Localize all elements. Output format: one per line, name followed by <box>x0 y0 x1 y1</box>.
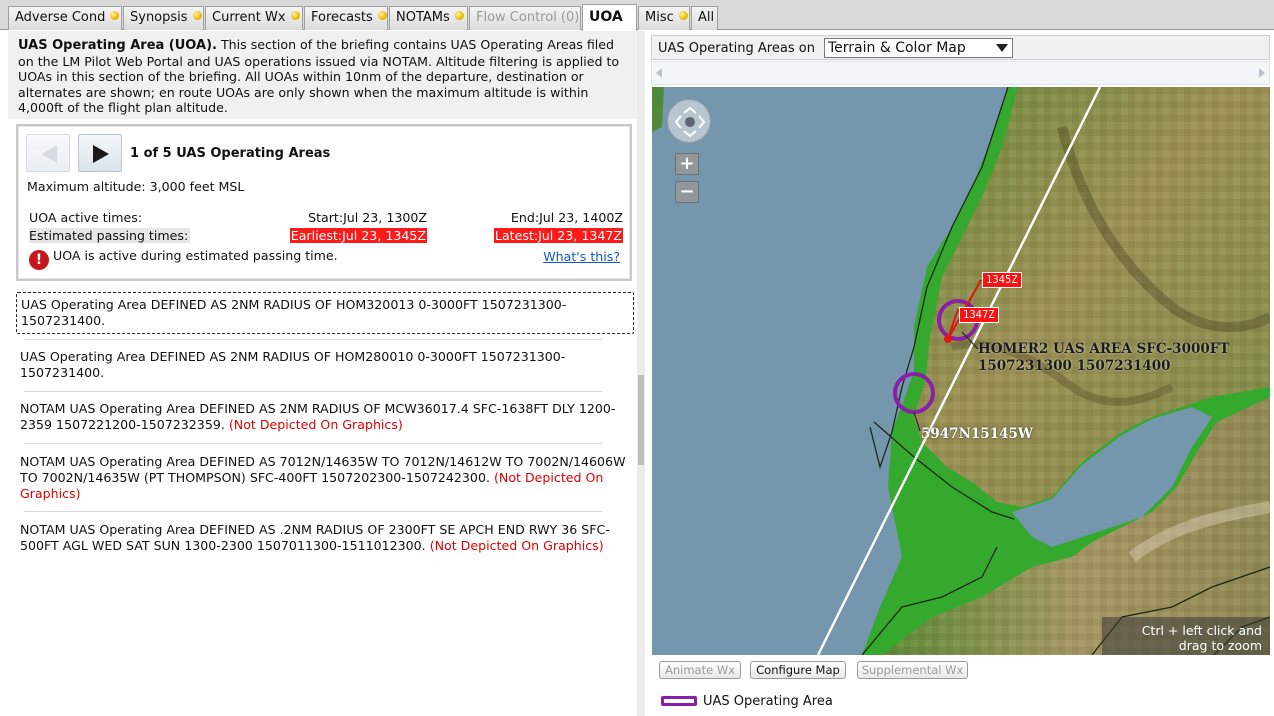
tab-adverse-cond[interactable]: Adverse Cond <box>8 6 122 30</box>
active-start: Start:Jul 23, 1300Z <box>308 210 427 225</box>
time-flag-1347: 1347Z <box>959 307 999 323</box>
tab-label: NOTAMs <box>396 10 450 25</box>
tab-uoa[interactable]: UOA <box>582 4 637 31</box>
tab-bar: Adverse Cond Synopsis Current Wx Forecas… <box>0 0 1274 31</box>
pan-control[interactable] <box>667 99 711 143</box>
position-marker <box>944 335 952 343</box>
zoom-out-button[interactable]: − <box>675 181 699 203</box>
pager-text: 1 of 5 UAS Operating Areas <box>130 146 331 161</box>
tab-forecasts[interactable]: Forecasts <box>304 6 388 30</box>
tab-notams[interactable]: NOTAMs <box>389 6 468 30</box>
status-dot-icon <box>678 11 688 20</box>
list-item[interactable]: NOTAM UAS Operating Area DEFINED AS 7012… <box>16 450 634 506</box>
chevron-down-icon <box>996 44 1008 52</box>
item-text: UAS Operating Area DEFINED AS 2NM RADIUS… <box>20 349 566 380</box>
status-dot-icon <box>290 11 300 20</box>
map-label-homer2: HOMER2 UAS AREA SFC-3000FT 1507231300 15… <box>978 341 1229 375</box>
map-label-line: HOMER2 UAS AREA SFC-3000FT <box>978 341 1230 357</box>
tab-flow-control: Flow Control (0) <box>469 6 581 30</box>
passing-times-row: Estimated passing times: Earliest:Jul 23… <box>29 228 623 244</box>
section-heading: UAS Operating Area (UOA). <box>18 38 217 53</box>
tab-label: Synopsis <box>130 10 188 25</box>
divider <box>24 339 602 340</box>
warning-text: UOA is active during estimated passing t… <box>53 248 338 263</box>
zoom-in-button[interactable]: + <box>675 153 699 175</box>
scroll-left-icon[interactable] <box>656 68 662 78</box>
tab-misc[interactable]: Misc <box>638 6 690 30</box>
alert-icon: ! <box>29 250 49 270</box>
scroll-right-icon[interactable] <box>1259 68 1265 78</box>
status-dot-icon <box>192 11 202 20</box>
whats-this-link[interactable]: What's this? <box>543 249 620 264</box>
status-dot-icon <box>110 11 120 20</box>
map-view[interactable]: 1345Z 1347Z HOMER2 UAS AREA SFC-3000FT 1… <box>652 87 1270 655</box>
tab-label: Forecasts <box>311 10 373 25</box>
supplemental-wx-button[interactable]: Supplemental Wx <box>857 661 968 679</box>
tab-label: All <box>698 10 715 25</box>
scrollbar-thumb[interactable] <box>638 375 644 465</box>
configure-map-button[interactable]: Configure Map <box>750 661 846 679</box>
tab-label: UOA <box>589 9 623 25</box>
tab-synopsis[interactable]: Synopsis <box>123 6 204 30</box>
zoom-hint: Ctrl + left click and drag to zoom <box>1102 617 1270 655</box>
active-times-label: UOA active times: <box>29 210 143 225</box>
map-label-line: 1507231300 1507231400 <box>978 358 1171 374</box>
animate-wx-button[interactable]: Animate Wx <box>659 661 741 679</box>
map-label-point: 5947N15145W <box>921 426 1034 442</box>
map-header-label: UAS Operating Areas on <box>658 41 815 56</box>
list-item[interactable]: UAS Operating Area DEFINED AS 2NM RADIUS… <box>16 292 634 334</box>
select-value: Terrain & Color Map <box>828 40 966 56</box>
tab-label: Misc <box>645 10 674 25</box>
not-depicted-note: (Not Depicted On Graphics) <box>429 538 604 553</box>
tab-label: Flow Control (0) <box>476 10 580 25</box>
divider <box>24 511 602 512</box>
passing-latest: Latest:Jul 23, 1347Z <box>493 228 623 243</box>
passing-earliest: Earliest:Jul 23, 1345Z <box>289 228 427 243</box>
not-depicted-note: (Not Depicted On Graphics) <box>228 417 403 432</box>
status-dot-icon <box>454 11 464 20</box>
uoa-detail-panel: 1 of 5 UAS Operating Areas Maximum altit… <box>16 124 632 281</box>
section-intro: UAS Operating Area (UOA). This section o… <box>8 31 638 119</box>
active-times-row: UOA active times: Start:Jul 23, 1300Z En… <box>29 210 623 226</box>
map-header: UAS Operating Areas on Terrain & Color M… <box>651 35 1270 60</box>
list-item[interactable]: NOTAM UAS Operating Area DEFINED AS 2NM … <box>16 397 634 437</box>
map-layer-select[interactable]: Terrain & Color Map <box>824 38 1013 58</box>
arrow-right-icon <box>93 145 109 163</box>
passing-times-label: Estimated passing times: <box>29 228 191 243</box>
tab-all[interactable]: All <box>691 6 718 30</box>
list-item[interactable]: UAS Operating Area DEFINED AS 2NM RADIUS… <box>16 345 634 385</box>
next-button[interactable] <box>78 134 122 172</box>
map-legend: UAS Operating Area <box>661 694 833 709</box>
vertical-scrollbar[interactable] <box>637 31 645 716</box>
tab-current-wx[interactable]: Current Wx <box>205 6 303 30</box>
pan-arrows-icon <box>674 106 706 138</box>
uoa-swatch-icon <box>661 696 697 706</box>
time-flag-1345: 1345Z <box>982 272 1022 288</box>
item-text: UAS Operating Area DEFINED AS 2NM RADIUS… <box>21 297 567 328</box>
status-dot-icon <box>377 11 387 20</box>
briefing-pane: UAS Operating Area (UOA). This section o… <box>8 31 638 716</box>
max-altitude: Maximum altitude: 3,000 feet MSL <box>27 179 245 194</box>
divider <box>24 443 602 444</box>
divider <box>24 391 602 392</box>
legend-label: UAS Operating Area <box>703 694 833 709</box>
list-item[interactable]: NOTAM UAS Operating Area DEFINED AS .2NM… <box>16 518 634 558</box>
tab-label: Current Wx <box>212 10 286 25</box>
active-end: End:Jul 23, 1400Z <box>510 210 623 225</box>
active-warning: ! UOA is active during estimated passing … <box>29 248 338 270</box>
arrow-left-icon <box>42 145 57 163</box>
previous-button[interactable] <box>26 134 70 172</box>
hint-line: Ctrl + left click and <box>1141 623 1262 638</box>
tab-label: Adverse Cond <box>15 10 106 25</box>
hint-line: drag to zoom <box>1178 638 1262 653</box>
map-pane: UAS Operating Areas on Terrain & Color M… <box>645 31 1274 716</box>
map-time-scrollbar[interactable] <box>651 61 1270 85</box>
